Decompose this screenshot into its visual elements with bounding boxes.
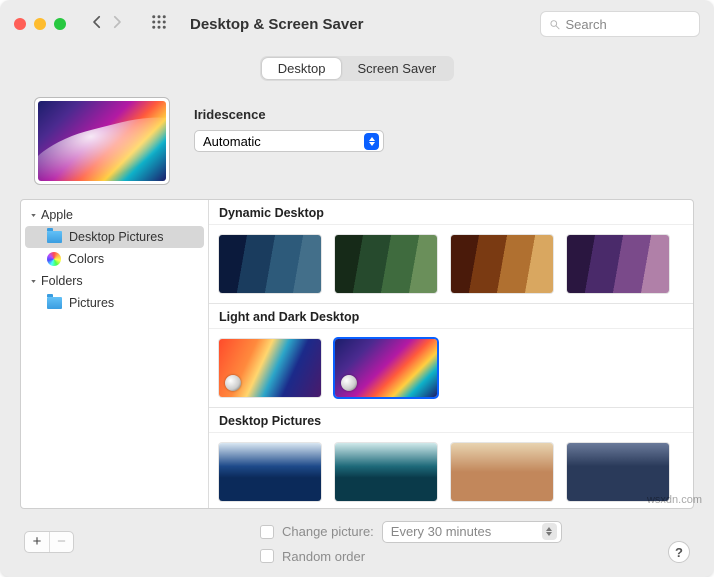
window-controls [14,18,66,30]
sidebar-item-desktop-pictures[interactable]: Desktop Pictures [25,226,204,248]
add-folder-button[interactable]: + [25,532,49,552]
minimize-button[interactable] [34,18,46,30]
wallpaper-mode-value: Automatic [203,134,261,149]
sidebar-item-label: Colors [68,252,104,266]
toolbar: Desktop & Screen Saver [0,0,714,48]
search-input[interactable] [565,17,691,32]
forward-button[interactable] [108,13,126,36]
help-button[interactable]: ? [668,541,690,563]
split-view: Apple Desktop Pictures Colors Folders [20,199,694,509]
wallpaper-thumb[interactable] [335,235,437,293]
change-interval-select[interactable]: Every 30 minutes [382,521,562,543]
gallery-section-desktop-pictures: Desktop Pictures [209,408,693,433]
preferences-window: Desktop & Screen Saver Desktop Screen Sa… [0,0,714,577]
wallpaper-thumb[interactable] [335,443,437,501]
footer-controls: + − Change picture: Every 30 minutes Ran… [20,519,694,565]
folder-icon [47,231,62,243]
wallpaper-gallery[interactable]: Dynamic Desktop Light and Dark Desktop D… [209,200,693,508]
tab-bar: Desktop Screen Saver [0,48,714,91]
wallpaper-thumb[interactable] [567,235,669,293]
sidebar-item-colors[interactable]: Colors [21,248,208,270]
random-order-label: Random order [282,549,365,564]
sidebar-group-label: Folders [41,274,83,288]
sidebar-item-label: Pictures [69,296,114,310]
search-field[interactable] [540,11,700,37]
dynamic-badge-icon [225,375,241,391]
color-wheel-icon [47,252,61,266]
wallpaper-thumb[interactable] [451,443,553,501]
preview-row: Iridescence Automatic [20,91,694,189]
add-remove-buttons: + − [24,531,74,553]
current-wallpaper-preview [34,97,170,185]
grid-icon [150,13,168,31]
wallpaper-name-label: Iridescence [194,107,384,122]
zoom-button[interactable] [54,18,66,30]
chevron-right-icon [108,13,126,31]
wallpaper-thumb[interactable] [335,339,437,397]
stepper-icon [364,133,379,150]
change-interval-value: Every 30 minutes [391,524,491,539]
remove-folder-button[interactable]: − [49,532,73,552]
sidebar-item-pictures[interactable]: Pictures [21,292,208,314]
folder-icon [47,297,62,309]
stepper-icon [542,523,557,540]
wallpaper-thumb[interactable] [219,443,321,501]
window-title: Desktop & Screen Saver [190,16,363,33]
chevron-left-icon [88,13,106,31]
tab-desktop[interactable]: Desktop [262,58,342,79]
show-all-button[interactable] [138,13,168,36]
sidebar-group-label: Apple [41,208,73,222]
back-button[interactable] [88,13,106,36]
disclosure-triangle-icon [29,211,38,220]
toolbar-nav [88,13,126,36]
change-picture-label: Change picture: [282,524,374,539]
tab-screen-saver[interactable]: Screen Saver [341,58,452,79]
sidebar-group-apple[interactable]: Apple [21,204,208,226]
gallery-section-light-dark: Light and Dark Desktop [209,304,693,329]
search-icon [549,18,560,31]
wallpaper-thumb[interactable] [451,235,553,293]
sidebar-group-folders[interactable]: Folders [21,270,208,292]
change-picture-checkbox[interactable] [260,525,274,539]
gallery-section-dynamic: Dynamic Desktop [209,200,693,225]
sidebar-item-label: Desktop Pictures [69,230,163,244]
dynamic-badge-icon [341,375,357,391]
watermark: wsxdn.com [647,494,702,506]
wallpaper-mode-select[interactable]: Automatic [194,130,384,152]
wallpaper-thumb[interactable] [567,443,669,501]
wallpaper-thumb[interactable] [219,339,321,397]
disclosure-triangle-icon [29,277,38,286]
close-button[interactable] [14,18,26,30]
content-area: Iridescence Automatic Apple Desktop Pict… [0,91,714,577]
wallpaper-thumb[interactable] [219,235,321,293]
random-order-checkbox[interactable] [260,549,274,563]
source-sidebar: Apple Desktop Pictures Colors Folders [21,200,209,508]
